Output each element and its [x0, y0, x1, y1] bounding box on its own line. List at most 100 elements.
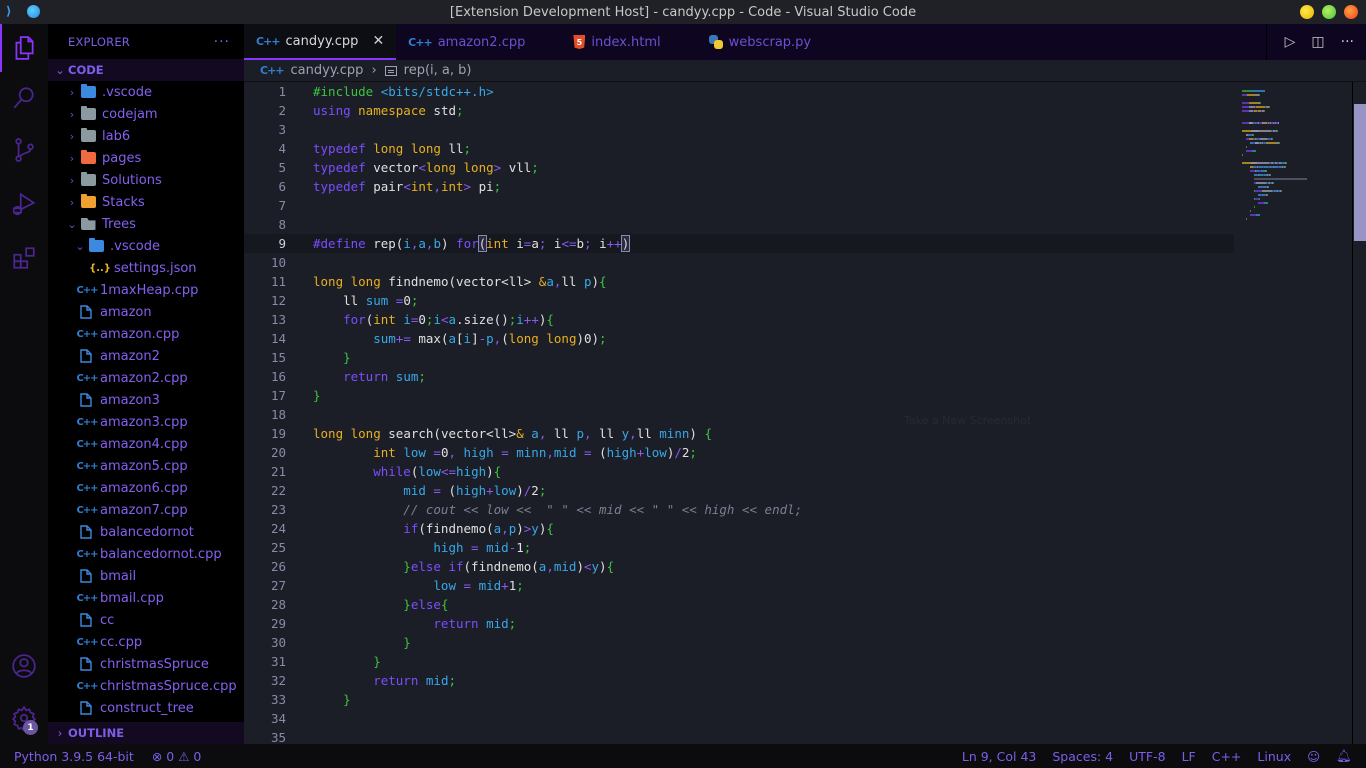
encoding[interactable]: UTF-8	[1129, 749, 1165, 764]
workspace-section-header[interactable]: ⌄ CODE	[48, 59, 244, 81]
platform[interactable]: Linux	[1257, 749, 1291, 764]
code-line[interactable]: 1 #include <bits/stdc++.h>	[244, 82, 1234, 101]
tree-item[interactable]: C++ amazon.cpp	[48, 323, 244, 345]
tree-item[interactable]: › codejam	[48, 103, 244, 125]
tree-item[interactable]: christmasSpruce	[48, 653, 244, 675]
code-line[interactable]: 12 ll sum =0;	[244, 291, 1234, 310]
python-interpreter[interactable]: Python 3.9.5 64-bit	[14, 749, 134, 764]
code-line[interactable]: 22 mid = (high+low)/2;	[244, 481, 1234, 500]
tree-item[interactable]: › Solutions	[48, 169, 244, 191]
end-of-line[interactable]: LF	[1182, 749, 1196, 764]
scrollbar-thumb[interactable]	[1354, 104, 1366, 241]
run-debug-button[interactable]	[0, 180, 48, 228]
code-line[interactable]: 29 return mid;	[244, 614, 1234, 633]
editor-scrollbar[interactable]	[1352, 82, 1366, 744]
minimize-button[interactable]	[1300, 5, 1314, 19]
tree-item[interactable]: cc	[48, 609, 244, 631]
tree-item[interactable]: amazon	[48, 301, 244, 323]
close-tab-icon[interactable]: ✕	[372, 33, 384, 49]
code-line[interactable]: 19 long long search(vector<ll>& a, ll p, …	[244, 424, 1234, 443]
tree-item[interactable]: C++ amazon4.cpp	[48, 433, 244, 455]
code-line[interactable]: 27 low = mid+1;	[244, 576, 1234, 595]
tree-item[interactable]: C++ bmail.cpp	[48, 587, 244, 609]
code-line[interactable]: 28 }else{	[244, 595, 1234, 614]
code-line[interactable]: 17}	[244, 386, 1234, 405]
code-line[interactable]: 33 }	[244, 690, 1234, 709]
run-file-button[interactable]: ▷	[1285, 34, 1296, 50]
code-line[interactable]: 2 using namespace std;	[244, 101, 1234, 120]
code-line[interactable]: 18	[244, 405, 1234, 424]
code-line[interactable]: 31 }	[244, 652, 1234, 671]
tree-item[interactable]: › .vscode	[48, 81, 244, 103]
tree-item[interactable]: ⌄ .vscode	[48, 235, 244, 257]
tab-amazon2-cpp[interactable]: C++ amazon2.cpp	[396, 24, 561, 60]
code-line[interactable]: 15 }	[244, 348, 1234, 367]
code-line[interactable]: 26 }else if(findnemo(a,mid)<y){	[244, 557, 1234, 576]
close-window-button[interactable]	[1344, 5, 1358, 19]
search-button[interactable]	[0, 74, 48, 122]
code-line[interactable]: 4 typedef long long ll;	[244, 139, 1234, 158]
tree-item[interactable]: C++ balancedornot.cpp	[48, 543, 244, 565]
explorer-button[interactable]	[0, 24, 48, 72]
indentation[interactable]: Spaces: 4	[1052, 749, 1113, 764]
minimap[interactable]	[1234, 82, 1352, 744]
extensions-button[interactable]	[0, 234, 48, 282]
code-line[interactable]: 21 while(low<=high){	[244, 462, 1234, 481]
tree-item[interactable]: C++ christmasSpruce.cpp	[48, 675, 244, 697]
source-control-button[interactable]	[0, 126, 48, 174]
breadcrumb-file[interactable]: candyy.cpp	[291, 63, 364, 78]
code-line[interactable]: 16 return sum;	[244, 367, 1234, 386]
tab-webscrap-py[interactable]: webscrap.py	[697, 24, 823, 60]
code-line[interactable]: 6 typedef pair<int,int> pi;	[244, 177, 1234, 196]
code-line[interactable]: 34	[244, 709, 1234, 728]
tree-item[interactable]: C++ cc.cpp	[48, 631, 244, 653]
editor-more-actions-button[interactable]: ···	[1341, 34, 1354, 50]
tree-item[interactable]: C++ amazon6.cpp	[48, 477, 244, 499]
tab-index-html[interactable]: 5 index.html	[561, 24, 696, 60]
code-line[interactable]: 10	[244, 253, 1234, 272]
code-line[interactable]: 25 high = mid-1;	[244, 538, 1234, 557]
tree-item[interactable]: amazon2	[48, 345, 244, 367]
problems-indicator[interactable]: ⊗ 0 ⚠ 0	[152, 749, 202, 764]
tree-item[interactable]: › Stacks	[48, 191, 244, 213]
code-line[interactable]: 11 long long findnemo(vector<ll> &a,ll p)…	[244, 272, 1234, 291]
code-line[interactable]: 30 }	[244, 633, 1234, 652]
tree-item[interactable]: C++ amazon3.cpp	[48, 411, 244, 433]
tree-item[interactable]: C++ 1maxHeap.cpp	[48, 279, 244, 301]
feedback-icon[interactable]: ☺	[1307, 749, 1320, 764]
code-line[interactable]: 35	[244, 728, 1234, 744]
tree-item[interactable]: balancedornot	[48, 521, 244, 543]
code-line[interactable]: 9 #define rep(i,a,b) for(int i=a; i<=b; i…	[244, 234, 1234, 253]
code-line[interactable]: 32 return mid;	[244, 671, 1234, 690]
accounts-button[interactable]	[0, 642, 48, 690]
notifications-bell-icon[interactable]: 🔔︎	[1336, 748, 1352, 764]
tree-item[interactable]: bmail	[48, 565, 244, 587]
tree-item[interactable]: › lab6	[48, 125, 244, 147]
code-line[interactable]: 24 if(findnemo(a,p)>y){	[244, 519, 1234, 538]
code-line[interactable]: 23 // cout << low << " " << mid << " " <…	[244, 500, 1234, 519]
code-line[interactable]: 14 sum+= max(a[i]-p,(long long)0);	[244, 329, 1234, 348]
language-mode[interactable]: C++	[1212, 749, 1242, 764]
tree-item[interactable]: › pages	[48, 147, 244, 169]
maximize-button[interactable]	[1322, 5, 1336, 19]
code-line[interactable]: 13 for(int i=0;i<a.size();i++){	[244, 310, 1234, 329]
manage-button[interactable]: 1	[0, 694, 48, 742]
split-editor-button[interactable]: ◫	[1311, 34, 1324, 50]
tree-item[interactable]: {..} settings.json	[48, 257, 244, 279]
cursor-position[interactable]: Ln 9, Col 43	[962, 749, 1037, 764]
tree-item[interactable]: amazon3	[48, 389, 244, 411]
tree-item[interactable]: C++ amazon5.cpp	[48, 455, 244, 477]
tree-item[interactable]: ⌄ Trees	[48, 213, 244, 235]
breadcrumb-symbol[interactable]: rep(i, a, b)	[404, 63, 472, 78]
tab-candyy-cpp[interactable]: C++ candyy.cpp ✕	[244, 24, 397, 60]
code-editor[interactable]: 1 #include <bits/stdc++.h> 2 using namespac…	[244, 82, 1234, 744]
tree-item[interactable]: C++ amazon7.cpp	[48, 499, 244, 521]
code-line[interactable]: 20 int low =0, high = minn,mid = (high+l…	[244, 443, 1234, 462]
more-actions-button[interactable]: ···	[214, 34, 230, 50]
code-line[interactable]: 3	[244, 120, 1234, 139]
code-line[interactable]: 5 typedef vector<long long> vll;	[244, 158, 1234, 177]
outline-section-header[interactable]: › OUTLINE	[48, 722, 244, 744]
code-line[interactable]: 7	[244, 196, 1234, 215]
tree-item[interactable]: C++ amazon2.cpp	[48, 367, 244, 389]
tree-item[interactable]: construct_tree	[48, 697, 244, 719]
